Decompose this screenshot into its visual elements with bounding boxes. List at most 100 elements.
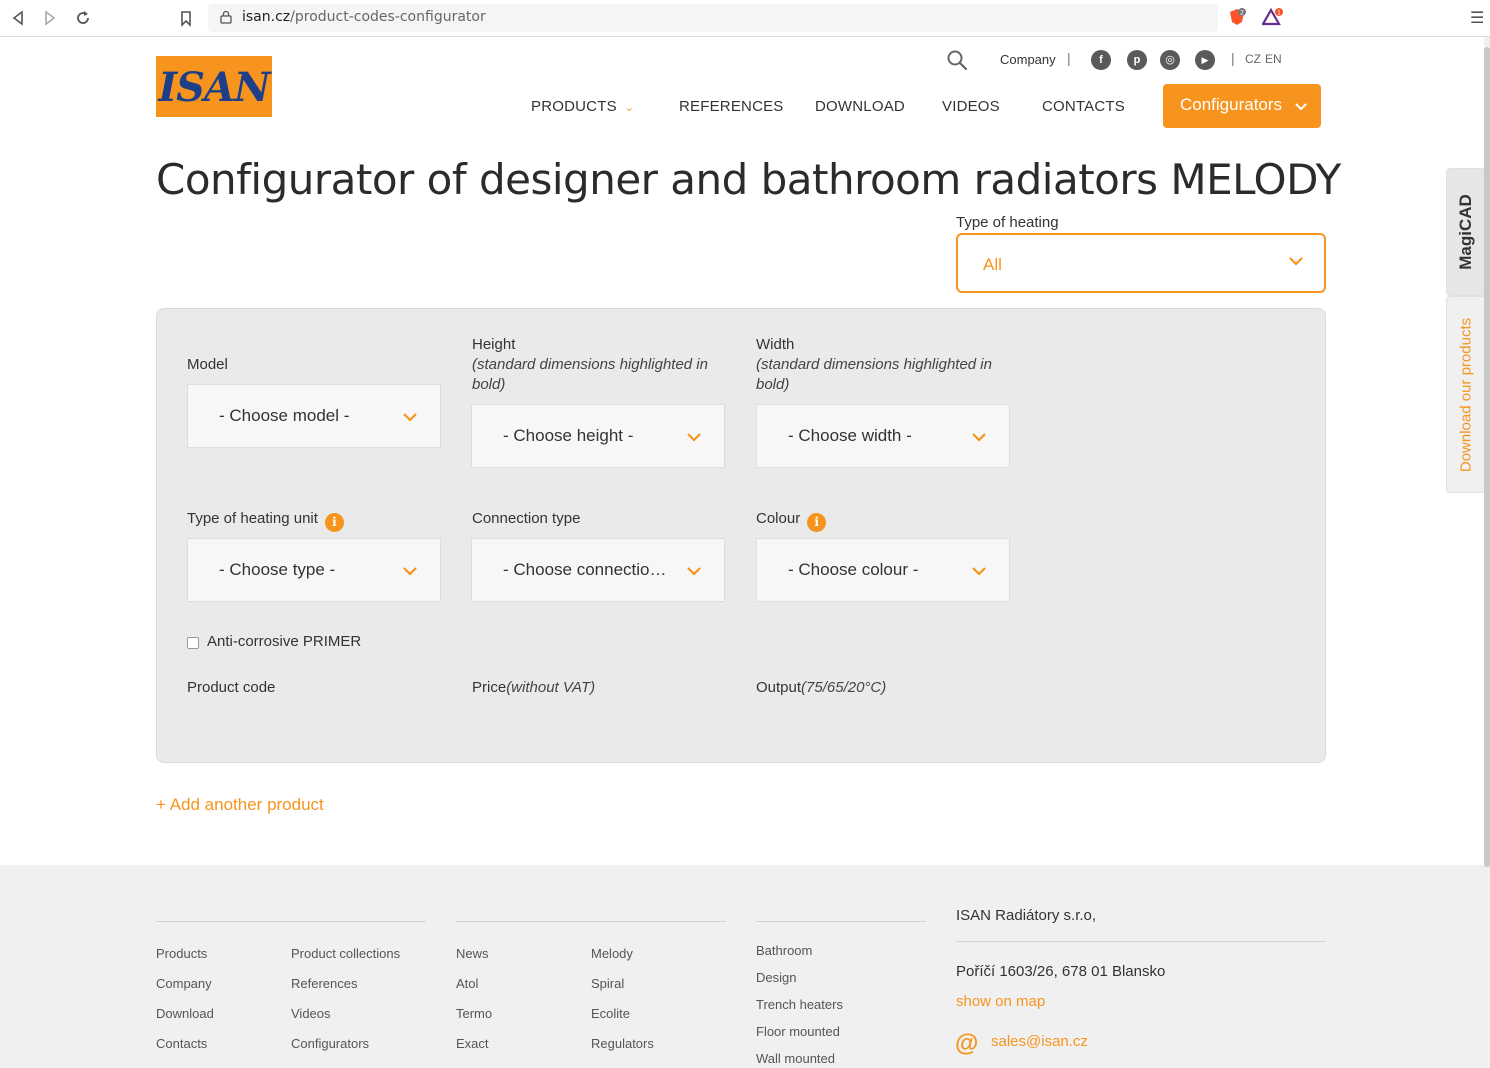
unit-type-label: Type of heating unit i (187, 509, 344, 532)
footer-link-news[interactable]: News (456, 946, 489, 961)
footer-link-spiral[interactable]: Spiral (591, 976, 624, 991)
scrollbar-thumb[interactable] (1484, 47, 1490, 867)
footer-link-trench-heaters[interactable]: Trench heaters (756, 997, 843, 1012)
unit-type-value: - Choose type - (219, 560, 336, 579)
facebook-icon[interactable]: f (1091, 50, 1111, 70)
magicad-label: MagiCAD (1455, 194, 1475, 270)
footer-divider (156, 921, 426, 922)
connection-label: Connection type (472, 510, 581, 527)
footer-link-atol[interactable]: Atol (456, 976, 478, 991)
forward-arrow-icon[interactable] (40, 8, 60, 28)
colour-label-text: Colour (756, 510, 801, 527)
download-products-label: Download our products (1457, 317, 1474, 472)
height-select[interactable]: - Choose height - (471, 404, 725, 468)
chevron-down-icon (403, 567, 417, 576)
nav-references[interactable]: REFERENCES (679, 98, 784, 115)
lang-en[interactable]: EN (1265, 52, 1282, 66)
instagram-icon[interactable]: ◎ (1160, 50, 1180, 70)
separator: | (1067, 50, 1071, 66)
connection-value: - Choose connectio… (503, 560, 667, 579)
heating-type-label: Type of heating (956, 214, 1059, 231)
height-label-text: Height (472, 336, 516, 353)
price-label-text: Price (472, 679, 507, 696)
footer-link-floor-mounted[interactable]: Floor mounted (756, 1024, 840, 1039)
output-note: (75/65/20°C) (801, 679, 887, 696)
footer-link-ecolite[interactable]: Ecolite (591, 1006, 630, 1021)
colour-value: - Choose colour - (788, 560, 919, 579)
footer-link-melody[interactable]: Melody (591, 946, 633, 961)
bookmark-icon[interactable] (176, 8, 196, 28)
output-label-text: Output (756, 679, 802, 696)
configurator-panel (156, 308, 1326, 763)
lang-cz[interactable]: CZ (1245, 52, 1261, 66)
footer-link-design[interactable]: Design (756, 970, 796, 985)
footer-link-products[interactable]: Products (156, 946, 207, 961)
company-name: ISAN Radiátory s.r.o, (956, 907, 1097, 924)
address-bar[interactable]: isan.cz/product-codes-configurator (208, 4, 1218, 32)
download-products-tab[interactable]: Download our products (1446, 296, 1484, 493)
footer-link-contacts[interactable]: Contacts (156, 1036, 207, 1051)
width-label: Width (standard dimensions highlighted i… (756, 335, 1006, 395)
nav-products[interactable]: PRODUCTS ⌄ (531, 98, 634, 115)
unit-type-label-text: Type of heating unit (187, 510, 318, 527)
reload-icon[interactable] (73, 8, 93, 28)
colour-label: Colour i (756, 509, 827, 532)
page-title: Configurator of designer and bathroom ra… (156, 155, 1341, 204)
width-value: - Choose width - (788, 426, 912, 445)
footer-link-bathroom[interactable]: Bathroom (756, 943, 812, 958)
footer-link-wall-mounted[interactable]: Wall mounted (756, 1051, 835, 1066)
svg-text:2: 2 (1240, 10, 1244, 17)
info-icon[interactable]: i (807, 513, 827, 532)
browser-menu-icon[interactable]: ☰ (1470, 8, 1484, 28)
nav-products-label: PRODUCTS (531, 98, 617, 115)
isan-logo[interactable]: ISAN (156, 56, 272, 117)
add-another-product-link[interactable]: + Add another product (156, 795, 324, 815)
output-label: Output(75/65/20°C) (756, 678, 886, 698)
company-link[interactable]: Company (1000, 52, 1056, 67)
info-icon[interactable]: i (324, 513, 344, 532)
company-address: Poříčí 1603/26, 678 01 Blansko (956, 963, 1166, 980)
configurators-button[interactable]: Configurators (1163, 84, 1321, 128)
show-on-map-link[interactable]: show on map (956, 993, 1045, 1010)
footer (0, 865, 1484, 1068)
footer-link-termo[interactable]: Termo (456, 1006, 492, 1021)
search-icon[interactable] (946, 49, 968, 71)
pinterest-icon[interactable]: p (1127, 50, 1147, 70)
primer-checkbox[interactable] (187, 637, 199, 649)
footer-link-product-collections[interactable]: Product collections (291, 946, 400, 961)
footer-link-regulators[interactable]: Regulators (591, 1036, 654, 1051)
product-code-label: Product code (187, 679, 276, 696)
price-note: (without VAT) (506, 679, 596, 696)
footer-link-exact[interactable]: Exact (456, 1036, 489, 1051)
logo-text: ISAN (158, 64, 270, 111)
url-text: isan.cz/product-codes-configurator (242, 9, 486, 25)
price-label: Price(without VAT) (472, 678, 595, 698)
unit-type-select[interactable]: - Choose type - (187, 538, 441, 602)
brave-shield-icon[interactable]: 2 (1228, 8, 1246, 26)
email-icon: @ (955, 1030, 979, 1057)
width-select[interactable]: - Choose width - (756, 404, 1010, 468)
footer-link-company[interactable]: Company (156, 976, 212, 991)
model-select[interactable]: - Choose model - (187, 384, 441, 448)
footer-link-references[interactable]: References (291, 976, 357, 991)
footer-divider (756, 921, 926, 922)
heating-type-select[interactable]: All (956, 233, 1326, 293)
footer-link-download[interactable]: Download (156, 1006, 214, 1021)
nav-videos[interactable]: VIDEOS (942, 98, 1000, 115)
youtube-icon[interactable]: ▶ (1195, 50, 1215, 70)
footer-link-videos[interactable]: Videos (291, 1006, 331, 1021)
nav-contacts[interactable]: CONTACTS (1042, 98, 1125, 115)
brave-rewards-icon[interactable]: 1 (1261, 7, 1283, 26)
connection-select[interactable]: - Choose connectio… (471, 538, 725, 602)
chevron-down-icon (972, 433, 986, 442)
magicad-tab[interactable]: MagiCAD (1446, 168, 1484, 296)
chevron-down-icon (1295, 103, 1307, 111)
email-link[interactable]: sales@isan.cz (991, 1033, 1088, 1050)
primer-label: Anti-corrosive PRIMER (207, 633, 362, 650)
heating-type-value: All (983, 255, 1002, 274)
footer-link-configurators[interactable]: Configurators (291, 1036, 369, 1051)
nav-download[interactable]: DOWNLOAD (815, 98, 905, 115)
colour-select[interactable]: - Choose colour - (756, 538, 1010, 602)
back-arrow-icon[interactable] (8, 8, 28, 28)
page-scrollbar[interactable] (1484, 37, 1490, 1068)
